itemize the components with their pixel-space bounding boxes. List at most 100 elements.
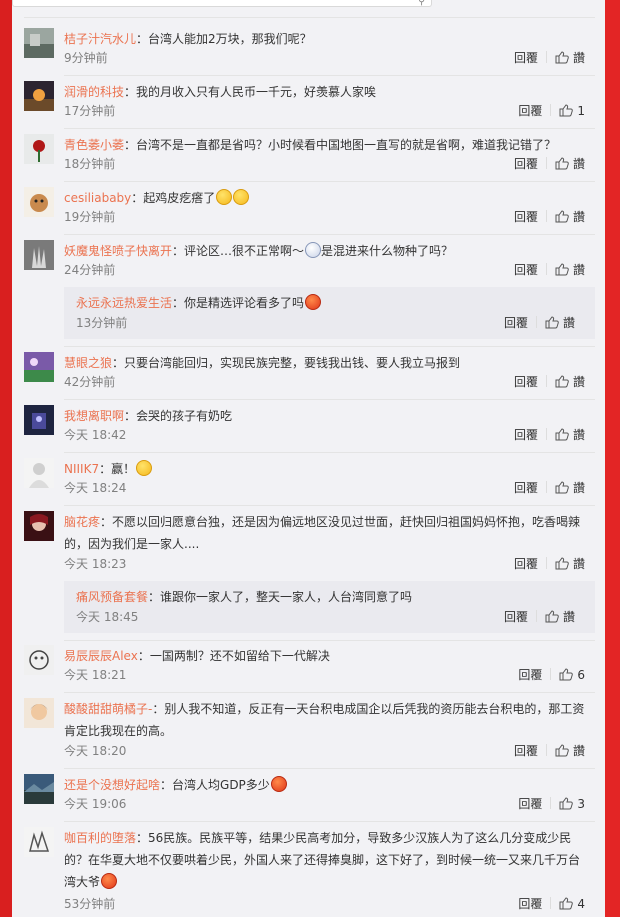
avatar[interactable] — [24, 458, 54, 488]
comment-time: 今天 18:21 — [64, 668, 127, 682]
comment-text: ：会哭的孩子有奶吃 — [124, 409, 233, 423]
username-link[interactable]: 酸酸甜甜萌橘子- — [64, 702, 152, 716]
like-icon[interactable] — [555, 51, 569, 67]
comment-actions: 回覆 讚 — [514, 555, 585, 573]
comment-body: 青色萎小萎：台湾不是一直都是省吗？小时候看中国地图一直写的就是省啊，难道我记错了… — [64, 134, 589, 156]
comment-time: 今天 18:45 — [76, 610, 139, 624]
avatar[interactable] — [24, 698, 54, 728]
username-link[interactable]: 我想离职啊 — [64, 409, 124, 423]
comment-text: ：起鸡皮疙瘩了 — [131, 191, 216, 205]
username-link[interactable]: 脑花疼 — [64, 515, 100, 529]
reply-button[interactable]: 回覆 — [518, 795, 542, 812]
reply-button[interactable]: 回覆 — [514, 208, 538, 225]
username-link[interactable]: 痛风预备套餐 — [76, 590, 148, 604]
username-link[interactable]: 永远永远热爱生活 — [76, 296, 172, 310]
like-icon[interactable] — [559, 668, 574, 684]
avatar[interactable] — [24, 28, 54, 58]
reply-button[interactable]: 回覆 — [518, 666, 542, 683]
like-icon[interactable] — [555, 157, 569, 173]
reply-button[interactable]: 回覆 — [518, 102, 542, 119]
right-red-strip — [605, 0, 620, 917]
username-link[interactable]: 还是个没想好起啥 — [64, 778, 160, 792]
comment-actions: 回覆 讚 — [514, 49, 585, 67]
avatar[interactable] — [24, 240, 54, 270]
divider — [64, 346, 595, 347]
reply-button[interactable]: 回覆 — [518, 895, 542, 912]
reply-button[interactable]: 回覆 — [514, 261, 538, 278]
comment-time: 24分钟前 — [64, 263, 116, 277]
username-link[interactable]: cesiliababy — [64, 191, 131, 205]
comment-text: 湾大爷 — [64, 875, 101, 889]
angry-emoji-icon — [270, 776, 287, 792]
avatar[interactable] — [24, 774, 54, 804]
reply-button[interactable]: 回覆 — [504, 608, 528, 625]
username-link[interactable]: 咖百利的堕落 — [64, 831, 136, 845]
like-count: 讚 — [572, 428, 585, 442]
like-icon[interactable] — [559, 797, 574, 813]
username-link[interactable]: 易辰辰辰Alex — [64, 649, 138, 663]
comment-actions: 回覆 4 — [518, 895, 585, 913]
username-link[interactable]: 妖魔鬼怪喷子快离开 — [64, 244, 172, 258]
comment-text: ：台湾人能加2万块，那我们呢？ — [136, 32, 312, 46]
reply-button[interactable]: 回覆 — [514, 742, 538, 759]
avatar[interactable] — [24, 645, 54, 675]
like-count: 讚 — [572, 51, 585, 65]
username-link[interactable]: NIIIK7 — [64, 462, 99, 476]
like-icon[interactable] — [555, 210, 569, 226]
like-icon[interactable] — [555, 481, 569, 497]
reply-button[interactable]: 回覆 — [514, 426, 538, 443]
comment-body: 痛风预备套餐：谁跟你一家人了，整天一家人，人台湾同意了吗 — [76, 586, 581, 608]
like-icon[interactable] — [545, 610, 559, 626]
divider — [545, 51, 547, 63]
divider — [545, 375, 547, 387]
avatar[interactable] — [24, 187, 54, 217]
confused-emoji-icon — [305, 242, 322, 258]
comment-actions: 回覆 讚 — [504, 314, 575, 332]
comment-body: 慧眼之狼：只要台湾能回归，实现民族完整，要钱我出钱、要人我立马报到 — [64, 352, 589, 374]
comment-actions: 回覆 讚 — [514, 208, 585, 226]
reply-button[interactable]: 回覆 — [514, 555, 538, 572]
reply-button[interactable]: 回覆 — [504, 314, 528, 331]
laughing-emoji-icon — [305, 294, 322, 310]
avatar[interactable] — [24, 827, 54, 857]
username-link[interactable]: 桔子汁汽水儿 — [64, 32, 136, 46]
comment-input[interactable] — [12, 0, 432, 7]
comment-body: 永远永远热爱生活：你是精选评论看多了吗 — [76, 292, 581, 314]
divider — [545, 481, 547, 493]
avatar[interactable] — [24, 81, 54, 111]
comment-actions: 回覆 讚 — [514, 479, 585, 497]
reply-button[interactable]: 回覆 — [514, 479, 538, 496]
comment-time: 42分钟前 — [64, 375, 116, 389]
comment-actions: 回覆 讚 — [514, 742, 585, 760]
like-icon[interactable] — [559, 897, 574, 913]
divider — [550, 797, 552, 809]
username-link[interactable]: 慧眼之狼 — [64, 356, 112, 370]
comment-actions: 回覆 讚 — [514, 261, 585, 279]
divider — [550, 897, 552, 909]
search-icon[interactable]: ⚲ — [418, 0, 425, 7]
username-link[interactable]: 青色萎小萎 — [64, 138, 124, 152]
comment-text: ：台湾不是一直都是省吗？小时候看中国地图一直写的就是省啊，难道我记错了？ — [124, 138, 557, 152]
like-icon[interactable] — [559, 104, 574, 120]
like-icon[interactable] — [555, 744, 569, 760]
reply-button[interactable]: 回覆 — [514, 373, 538, 390]
like-icon[interactable] — [555, 375, 569, 391]
reply-button[interactable]: 回覆 — [514, 155, 538, 172]
comment-time: 今天 18:42 — [64, 428, 127, 442]
avatar[interactable] — [24, 134, 54, 164]
comment-time: 13分钟前 — [76, 316, 128, 330]
avatar[interactable] — [24, 352, 54, 382]
avatar[interactable] — [24, 511, 54, 541]
like-icon[interactable] — [555, 557, 569, 573]
comment-time: 今天 19:06 — [64, 797, 127, 811]
comment-actions: 回覆 3 — [518, 795, 585, 813]
like-icon[interactable] — [555, 428, 569, 444]
divider — [64, 692, 595, 693]
like-icon[interactable] — [545, 316, 559, 332]
comment-panel: ⚲ 桔子汁汽水儿：台湾人能加2万块，那我们呢？ 9分钟前 回覆讚 润滑的科技：我… — [12, 0, 605, 917]
reply-button[interactable]: 回覆 — [514, 49, 538, 66]
username-link[interactable]: 润滑的科技 — [64, 85, 124, 99]
divider — [64, 768, 595, 769]
like-icon[interactable] — [555, 263, 569, 279]
avatar[interactable] — [24, 405, 54, 435]
